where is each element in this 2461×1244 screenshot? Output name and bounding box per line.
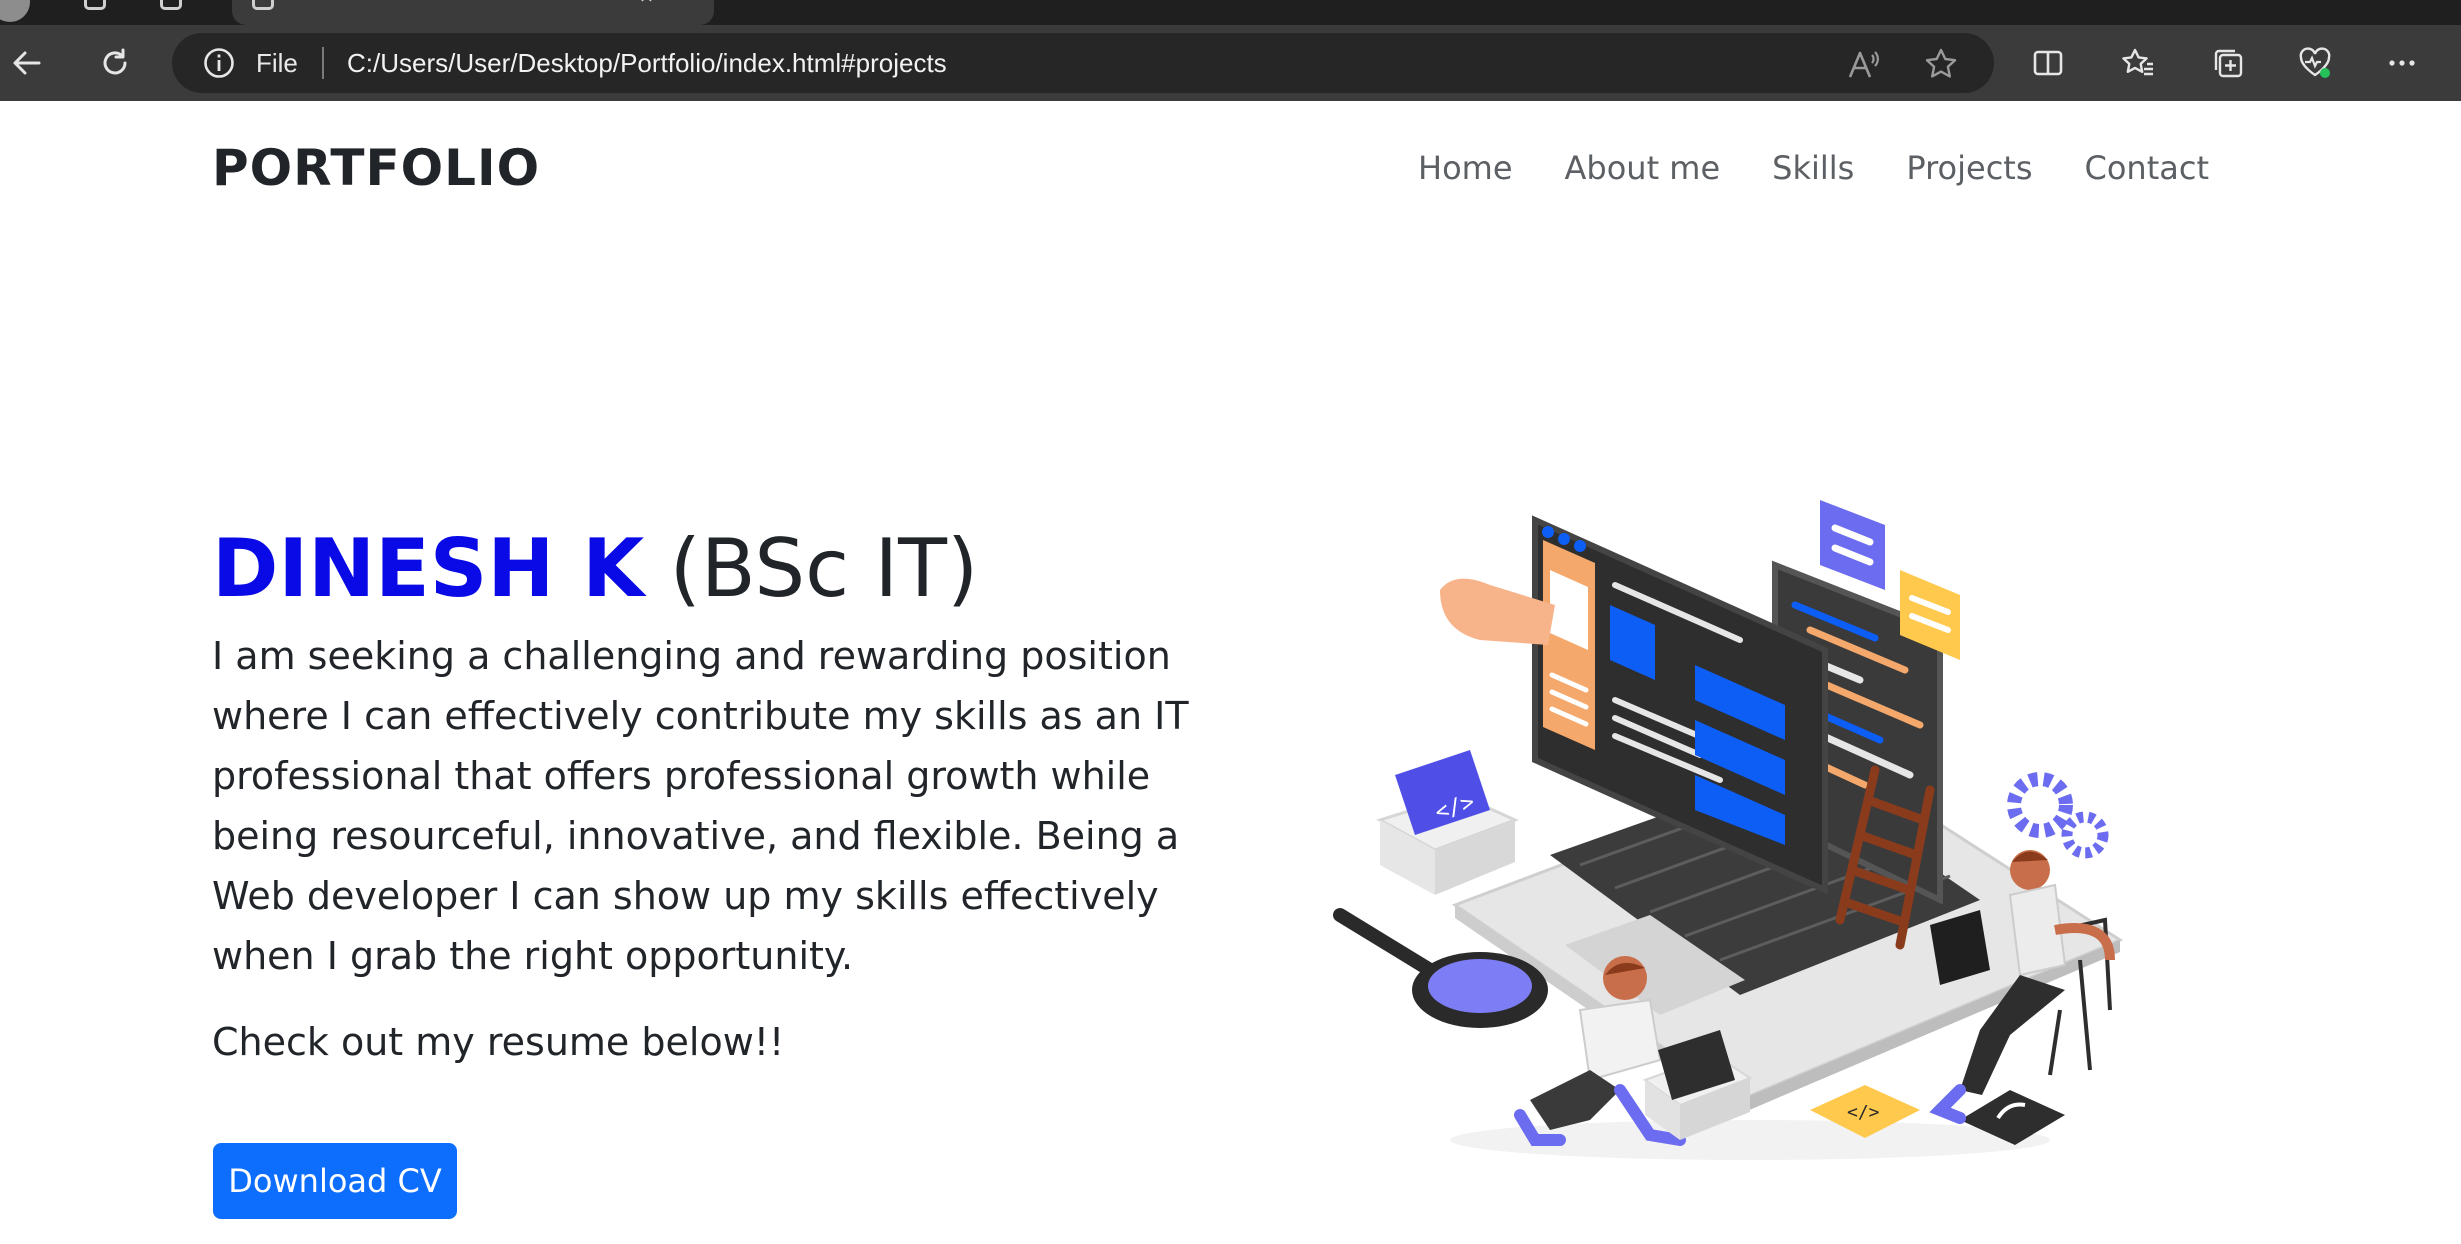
developer-illustration: </> </> <box>1333 500 2124 1160</box>
browser-toolbar: File C:/Users/User/Desktop/Portfolio/ind… <box>0 25 2461 101</box>
site-navbar: PORTFOLIO Home About me Skills Projects … <box>0 101 2461 241</box>
favorites-icon[interactable] <box>2117 42 2159 84</box>
resume-note: Check out my resume below!! <box>212 1020 785 1064</box>
profile-avatar[interactable] <box>0 0 30 22</box>
site-brand[interactable]: PORTFOLIO <box>212 139 540 197</box>
nav-link-about[interactable]: About me <box>1565 149 1721 187</box>
collections-icon[interactable] <box>2207 42 2249 84</box>
nav-link-skills[interactable]: Skills <box>1772 149 1854 187</box>
tab-close-icon[interactable]: × <box>639 0 654 7</box>
hero-name: DINESH K <box>212 522 645 615</box>
tab-icon[interactable] <box>160 0 182 10</box>
favorite-star-icon[interactable] <box>1922 45 1960 83</box>
address-separator <box>322 47 324 79</box>
hero-degree: (BSc IT) <box>669 522 979 615</box>
nav-link-contact[interactable]: Contact <box>2085 149 2210 187</box>
more-icon[interactable] <box>2381 42 2423 84</box>
tab-icon[interactable] <box>84 0 106 10</box>
tab-page-icon <box>252 0 274 10</box>
read-aloud-icon[interactable] <box>1844 45 1882 83</box>
hero-title: DINESH K (BSc IT) <box>212 522 978 615</box>
url-text[interactable]: C:/Users/User/Desktop/Portfolio/index.ht… <box>347 48 947 79</box>
address-bar[interactable]: File C:/Users/User/Desktop/Portfolio/ind… <box>172 33 1994 93</box>
back-icon[interactable] <box>6 42 48 84</box>
browser-essentials-icon[interactable] <box>2294 42 2336 84</box>
info-icon[interactable] <box>202 46 236 80</box>
active-tab[interactable]: × <box>232 0 714 25</box>
download-cv-button[interactable]: Download CV <box>213 1143 457 1219</box>
nav-link-home[interactable]: Home <box>1418 149 1513 187</box>
nav-link-projects[interactable]: Projects <box>1906 149 2032 187</box>
split-screen-icon[interactable] <box>2027 42 2069 84</box>
hero-description: I am seeking a challenging and rewarding… <box>212 634 1189 978</box>
refresh-icon[interactable] <box>94 42 136 84</box>
scheme-label[interactable]: File <box>256 48 298 79</box>
tile-code-tag: </> <box>1847 1102 1880 1123</box>
browser-tab-strip: × <box>0 0 2461 25</box>
nav-links: Home About me Skills Projects Contact <box>1418 149 2209 187</box>
